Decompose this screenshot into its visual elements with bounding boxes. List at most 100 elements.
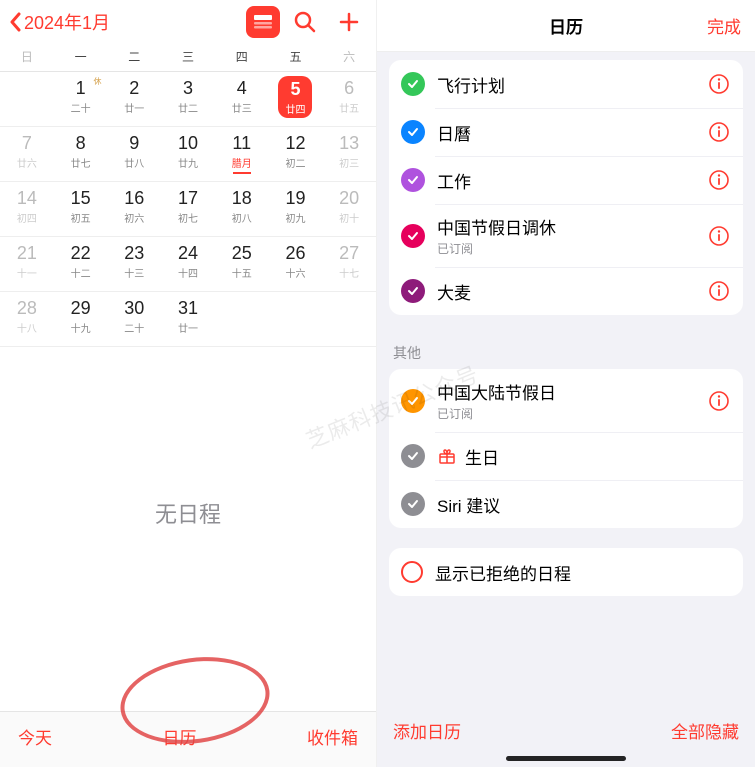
day-cell[interactable]: 7廿六 (0, 127, 54, 181)
day-number: 7 (0, 133, 54, 153)
day-cell[interactable]: 14初四 (0, 182, 54, 236)
calendar-item[interactable]: 中国节假日调休已订阅 (389, 204, 743, 267)
info-icon[interactable] (707, 120, 731, 144)
day-number: 13 (322, 133, 376, 153)
calendar-item[interactable]: Siri 建议 (389, 480, 743, 528)
info-icon[interactable] (707, 224, 731, 248)
hide-all-button[interactable]: 全部隐藏 (671, 718, 739, 743)
day-cell[interactable]: 20初十 (322, 182, 376, 236)
calendar-item[interactable]: 工作 (389, 156, 743, 204)
chevron-left-icon (8, 12, 22, 32)
day-lunar: 初四 (0, 210, 54, 225)
day-cell[interactable]: 18初八 (215, 182, 269, 236)
checkmark-icon (401, 444, 425, 468)
day-lunar: 二十 (54, 100, 108, 115)
rejected-events-card: 显示已拒绝的日程 (389, 548, 743, 596)
day-lunar: 十三 (107, 265, 161, 280)
weekday-label: 一 (54, 44, 108, 71)
day-cell[interactable]: 22十二 (54, 237, 108, 291)
day-lunar: 十二 (54, 265, 108, 280)
day-cell[interactable]: 1二十休 (54, 72, 108, 126)
day-number: 29 (54, 298, 108, 318)
day-number: 11 (215, 133, 269, 153)
day-cell (269, 292, 323, 346)
day-number: 10 (161, 133, 215, 153)
info-icon[interactable] (707, 279, 731, 303)
calendar-title: 日曆 (437, 120, 707, 145)
weekday-label: 三 (161, 44, 215, 71)
day-cell[interactable]: 27十七 (322, 237, 376, 291)
search-button[interactable] (286, 3, 324, 41)
radio-empty-icon (401, 561, 423, 583)
day-lunar: 十一 (0, 265, 54, 280)
list-view-button[interactable] (246, 6, 280, 38)
calendar-item[interactable]: 生日 (389, 432, 743, 480)
day-number: 24 (161, 243, 215, 263)
calendar-item[interactable]: 大麦 (389, 267, 743, 315)
day-cell[interactable]: 30二十 (107, 292, 161, 346)
info-icon[interactable] (707, 72, 731, 96)
day-cell[interactable]: 16初六 (107, 182, 161, 236)
day-cell[interactable]: 5廿四 (269, 72, 323, 126)
day-cell[interactable]: 17初七 (161, 182, 215, 236)
day-lunar: 廿九 (161, 155, 215, 170)
day-cell[interactable]: 10 廿九 (161, 127, 215, 181)
day-number: 28 (0, 298, 54, 318)
info-icon[interactable] (707, 389, 731, 413)
day-cell[interactable]: 13 初三 (322, 127, 376, 181)
day-cell[interactable]: 26十六 (269, 237, 323, 291)
calendar-title: 生日 (465, 444, 499, 469)
day-cell[interactable]: 2廿一 (107, 72, 161, 126)
day-number: 5 (290, 79, 300, 99)
calendar-item[interactable]: 中国大陆节假日已订阅 (389, 369, 743, 432)
back-button[interactable]: 2024年1月 (8, 9, 110, 35)
day-cell[interactable]: 8廿七 (54, 127, 108, 181)
day-lunar: 二十 (107, 320, 161, 335)
calendar-item[interactable]: 日曆 (389, 108, 743, 156)
day-cell[interactable]: 21十一 (0, 237, 54, 291)
today-button[interactable]: 今天 (18, 724, 52, 749)
day-lunar: 廿三 (215, 100, 269, 115)
day-cell[interactable]: 15初五 (54, 182, 108, 236)
day-cell[interactable]: 28十八 (0, 292, 54, 346)
day-number: 17 (161, 188, 215, 208)
day-number: 23 (107, 243, 161, 263)
calendar-title: 中国大陆节假日 (437, 379, 707, 404)
done-button[interactable]: 完成 (707, 13, 741, 38)
day-cell[interactable]: 9廿八 (107, 127, 161, 181)
day-cell[interactable]: 3廿二 (161, 72, 215, 126)
add-calendar-button[interactable]: 添加日历 (393, 718, 461, 743)
day-cell[interactable]: 23 十三 (107, 237, 161, 291)
info-icon[interactable] (707, 168, 731, 192)
day-cell[interactable]: 25十五 (215, 237, 269, 291)
inbox-button[interactable]: 收件箱 (307, 724, 358, 749)
day-lunar: 初三 (322, 155, 376, 170)
day-cell[interactable]: 29十九 (54, 292, 108, 346)
checkmark-icon (401, 279, 425, 303)
calendar-list-scroll[interactable]: 飞行计划日曆工作中国节假日调休已订阅大麦其他中国大陆节假日已订阅生日Siri 建… (377, 52, 755, 767)
day-cell[interactable]: 19初九 (269, 182, 323, 236)
day-cell (215, 292, 269, 346)
day-number: 6 (322, 78, 376, 98)
checkmark-icon (401, 72, 425, 96)
day-lunar: 廿二 (161, 100, 215, 115)
calendars-sheet: 日历 完成 飞行计划日曆工作中国节假日调休已订阅大麦其他中国大陆节假日已订阅生日… (377, 0, 755, 767)
day-lunar: 廿一 (161, 320, 215, 335)
calendars-button[interactable]: 日历 (163, 724, 197, 749)
calendar-item[interactable]: 飞行计划 (389, 60, 743, 108)
day-number: 19 (269, 188, 323, 208)
day-cell (0, 72, 54, 126)
show-rejected-toggle[interactable]: 显示已拒绝的日程 (389, 548, 743, 596)
day-lunar: 十六 (269, 265, 323, 280)
day-cell[interactable]: 24十四 (161, 237, 215, 291)
no-events-label: 无日程 (0, 347, 376, 711)
day-cell[interactable]: 31廿一 (161, 292, 215, 346)
checkmark-icon (401, 224, 425, 248)
day-lunar: 廿一 (107, 100, 161, 115)
plus-icon (337, 10, 361, 34)
day-cell[interactable]: 11腊月 (215, 127, 269, 181)
day-cell[interactable]: 4廿三 (215, 72, 269, 126)
day-cell[interactable]: 6廿五 (322, 72, 376, 126)
add-event-button[interactable] (330, 3, 368, 41)
day-cell[interactable]: 12初二 (269, 127, 323, 181)
